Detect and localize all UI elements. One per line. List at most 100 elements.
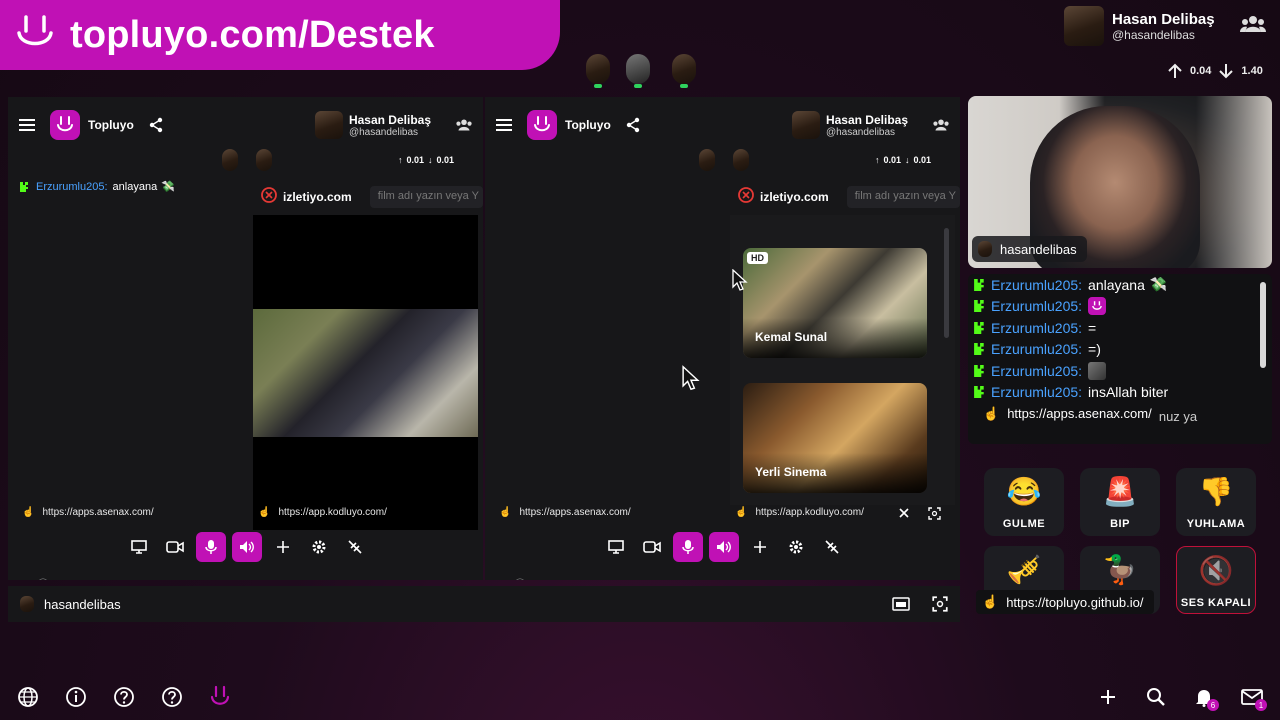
mail-icon[interactable]: 1 bbox=[1239, 684, 1267, 711]
apps-link[interactable]: ☝ https://apps.asenax.com/ bbox=[22, 507, 154, 518]
users-icon[interactable] bbox=[1240, 14, 1266, 39]
chat-username: Erzurumlu205: bbox=[36, 180, 108, 193]
user-name: Hasan Delibaş bbox=[825, 112, 908, 127]
link-tooltip[interactable]: ☝ https://topluyo.github.io/ bbox=[976, 590, 1154, 614]
topluyo-logo-icon[interactable] bbox=[207, 684, 233, 710]
chat-message: Erzurumlu205: bbox=[968, 296, 1272, 318]
app-logo-icon[interactable] bbox=[50, 110, 80, 140]
settings-gear-icon[interactable] bbox=[301, 532, 337, 562]
apps-link[interactable]: ☝ https://apps.asenax.com/ bbox=[499, 507, 631, 518]
download-arrow-icon bbox=[1219, 64, 1234, 79]
viewer-avatar[interactable] bbox=[586, 54, 610, 88]
camera-button[interactable] bbox=[157, 532, 193, 562]
chat-panel: Erzurumlu205: anlayana 💸 Erzurumlu205: E… bbox=[968, 274, 1272, 444]
users-icon[interactable] bbox=[455, 118, 473, 132]
chat-text: = bbox=[1088, 319, 1097, 336]
video-player[interactable] bbox=[253, 215, 478, 530]
panel-toolbar bbox=[598, 532, 850, 562]
avatar bbox=[20, 596, 34, 612]
network-stats: 0.04 1.40 bbox=[1166, 62, 1263, 80]
reaction-yuhlama-button[interactable]: 👎 YUHLAMA bbox=[1176, 468, 1256, 536]
stream-footer: hasandelibas bbox=[8, 586, 960, 622]
money-emoji-icon: 💸 bbox=[161, 181, 175, 193]
kick-icon bbox=[973, 300, 985, 313]
movie-title: Yerli Sinema bbox=[755, 465, 827, 479]
avatar bbox=[791, 111, 820, 139]
bottom-bar: 6 1 bbox=[0, 676, 1280, 720]
viewer-avatar[interactable] bbox=[626, 54, 650, 88]
microphone-button[interactable] bbox=[673, 532, 703, 562]
fullscreen-icon[interactable] bbox=[932, 596, 948, 612]
search-input[interactable]: film adı yazın veya Y bbox=[846, 186, 960, 208]
movie-list: HD Kemal Sunal Yerli Sinema bbox=[730, 215, 955, 505]
network-stats: ↑ 0.01 ↓ 0.01 bbox=[875, 155, 931, 165]
help-icon[interactable] bbox=[159, 684, 185, 710]
menu-icon[interactable] bbox=[18, 118, 36, 132]
add-button[interactable] bbox=[742, 532, 778, 562]
fullscreen-icon[interactable] bbox=[928, 507, 941, 520]
support-banner[interactable]: topluyo.com/Destek bbox=[0, 0, 560, 70]
share-icon[interactable] bbox=[625, 117, 641, 133]
viewer-avatar[interactable] bbox=[733, 149, 749, 171]
add-icon[interactable] bbox=[1095, 684, 1121, 710]
hand-icon: ☝ bbox=[982, 594, 999, 609]
pip-icon[interactable] bbox=[892, 597, 910, 611]
speaker-button[interactable] bbox=[709, 532, 739, 562]
screen-share-button[interactable] bbox=[121, 532, 157, 562]
speaker-button[interactable] bbox=[232, 532, 262, 562]
mouse-cursor-icon bbox=[732, 269, 748, 291]
info-icon[interactable] bbox=[63, 684, 89, 710]
scrollbar[interactable] bbox=[944, 228, 949, 338]
kodluyo-link[interactable]: ☝ https://app.kodluyo.com/ bbox=[735, 507, 864, 518]
notification-bell-icon[interactable]: 6 bbox=[1191, 684, 1219, 711]
chat-scrollbar[interactable] bbox=[1260, 282, 1266, 368]
movie-card[interactable]: HD Kemal Sunal bbox=[743, 248, 927, 358]
movie-card[interactable]: Yerli Sinema bbox=[743, 383, 927, 493]
close-icon[interactable] bbox=[899, 508, 909, 518]
hd-badge: HD bbox=[747, 252, 768, 264]
clipped-bottom-icons: ⊕ ⓘ ? ? ∪ bbox=[499, 575, 959, 580]
user-handle: @hasandelibas bbox=[1112, 27, 1195, 42]
chat-message: Erzurumlu205: anlayana 💸 bbox=[968, 274, 1272, 296]
kick-icon bbox=[973, 364, 985, 377]
viewer-avatar[interactable] bbox=[699, 149, 715, 171]
microphone-button[interactable] bbox=[196, 532, 226, 562]
viewer-avatar[interactable] bbox=[222, 149, 238, 171]
upload-arrow-icon: ↑ bbox=[398, 155, 403, 165]
app-logo-icon[interactable] bbox=[527, 110, 557, 140]
reaction-bip-button[interactable]: 🚨 BIP bbox=[1080, 468, 1160, 536]
reaction-gulme-button[interactable]: 😂 GULME bbox=[984, 468, 1064, 536]
add-button[interactable] bbox=[265, 532, 301, 562]
chat-username: Erzurumlu205: bbox=[991, 362, 1083, 379]
users-icon[interactable] bbox=[932, 118, 950, 132]
upload-value: 0.01 bbox=[883, 155, 902, 165]
trumpet-icon: 🎺 bbox=[1006, 554, 1042, 585]
current-user[interactable]: Hasan Delibaş @hasandelibas bbox=[1064, 4, 1280, 48]
help-icon[interactable] bbox=[111, 684, 137, 710]
screen-share-button[interactable] bbox=[598, 532, 634, 562]
chat-message: ...nuz ya ☝ https://apps.asenax.com/ bbox=[968, 403, 1272, 425]
chat-text: =) bbox=[1088, 341, 1101, 358]
camera-button[interactable] bbox=[634, 532, 670, 562]
hand-icon: ☝ bbox=[258, 507, 271, 518]
thumbs-down-icon: 👎 bbox=[1198, 476, 1234, 507]
viewer-avatar[interactable] bbox=[256, 149, 272, 171]
settings-gear-icon[interactable] bbox=[778, 532, 814, 562]
disconnect-button[interactable] bbox=[337, 532, 373, 562]
kodluyo-link[interactable]: ☝ https://app.kodluyo.com/ bbox=[258, 507, 387, 518]
viewer-avatar[interactable] bbox=[672, 54, 696, 88]
share-icon[interactable] bbox=[148, 117, 164, 133]
kick-icon bbox=[973, 386, 985, 399]
reaction-ses-kapali-button[interactable]: 🔇 SES KAPALI bbox=[1176, 546, 1256, 614]
link-tooltip[interactable]: ☝ https://apps.asenax.com/ bbox=[973, 403, 1158, 424]
download-value: 1.40 bbox=[1241, 65, 1263, 77]
webcam-view[interactable]: hasandelibas bbox=[968, 96, 1272, 268]
cam-label: hasandelibas bbox=[972, 236, 1087, 262]
app-name: Topluyo bbox=[88, 118, 134, 132]
search-input[interactable]: film adı yazın veya Y bbox=[369, 186, 483, 208]
globe-icon[interactable] bbox=[15, 684, 41, 710]
duck-icon: 🦆 bbox=[1102, 554, 1138, 585]
menu-icon[interactable] bbox=[495, 118, 513, 132]
search-icon[interactable] bbox=[1143, 684, 1169, 710]
disconnect-button[interactable] bbox=[814, 532, 850, 562]
